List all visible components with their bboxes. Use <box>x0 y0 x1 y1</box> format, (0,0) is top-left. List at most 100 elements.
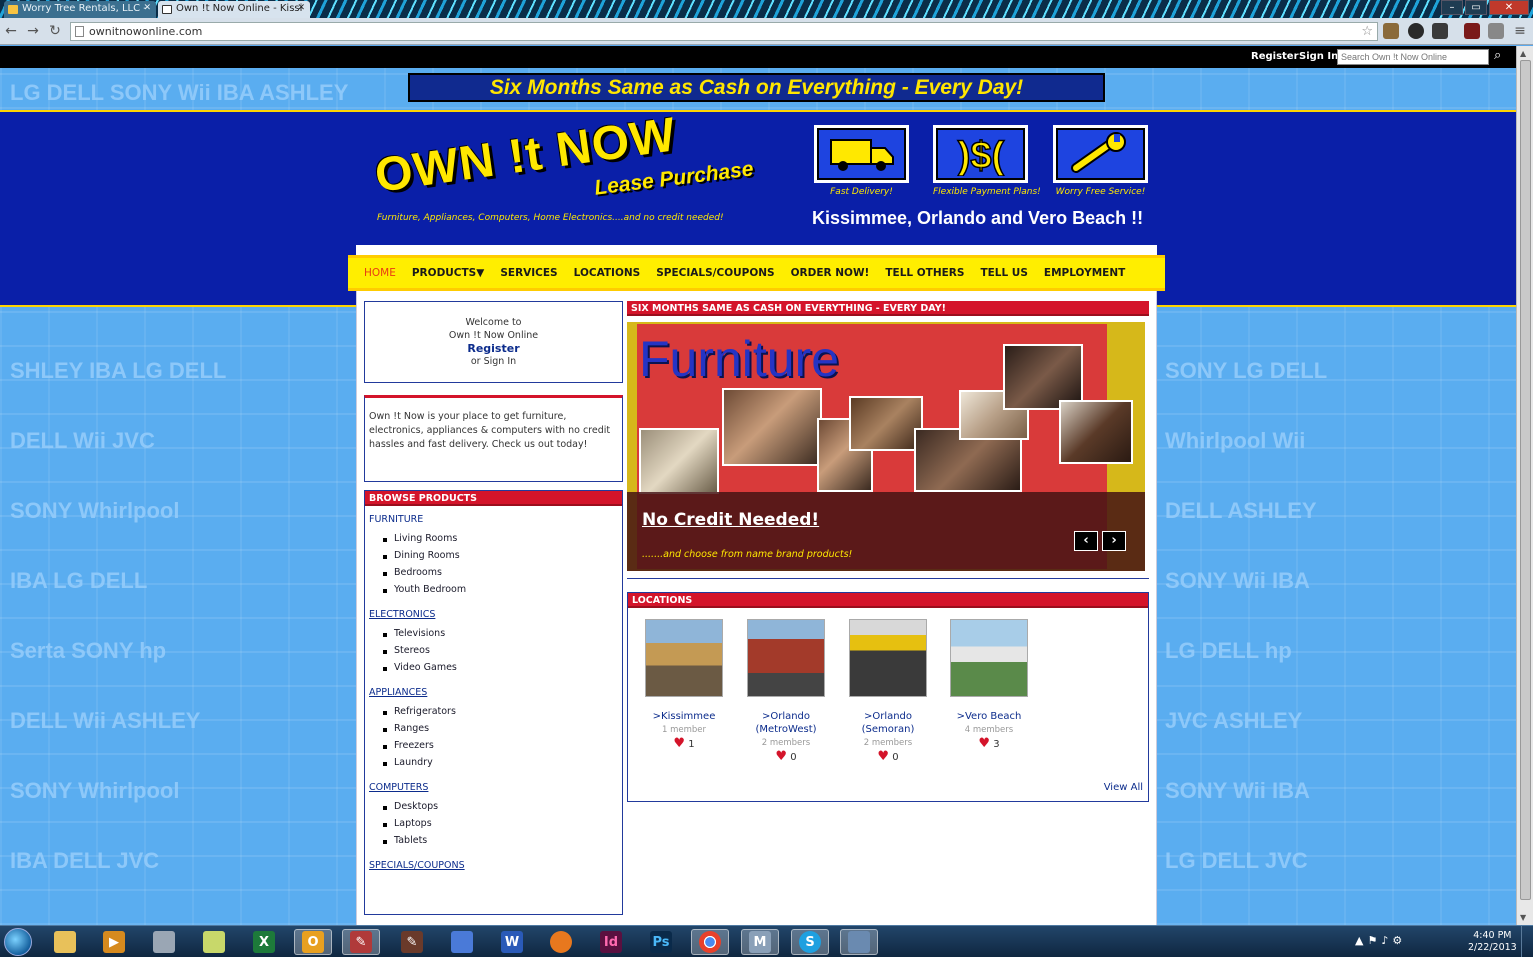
welcome-register-link[interactable]: Register <box>365 342 622 355</box>
scroll-down-icon[interactable]: ▼ <box>1520 913 1526 922</box>
location-photo[interactable] <box>950 619 1028 697</box>
list-item[interactable]: Freezers <box>383 740 622 757</box>
nav-locations[interactable]: LOCATIONS <box>574 267 641 279</box>
scrollbar-thumb[interactable] <box>1520 60 1531 900</box>
tab-worry-tree[interactable]: Worry Tree Rentals, LLC - ✕ <box>4 1 156 18</box>
location-name[interactable]: >Kissimmee <box>639 710 729 723</box>
page-scrollbar[interactable]: ▲ ▼ <box>1516 46 1533 925</box>
slider-prev-button[interactable]: ‹ <box>1074 531 1098 551</box>
chrome-menu-icon[interactable]: ≡ <box>1511 22 1529 40</box>
folder-icon[interactable] <box>46 929 84 955</box>
list-item[interactable]: Televisions <box>383 628 622 645</box>
extension-icon[interactable] <box>1383 23 1399 39</box>
nav-services[interactable]: SERVICES <box>500 267 557 279</box>
location-name[interactable]: >Orlando (MetroWest) <box>741 710 831 736</box>
reload-icon[interactable]: ↻ <box>46 22 64 40</box>
category-electronics[interactable]: ELECTRONICS <box>369 609 622 620</box>
location-card-vero-beach[interactable]: >Vero Beach 4 members ♥ 3 <box>944 619 1034 751</box>
excel-icon[interactable]: X <box>245 929 283 955</box>
list-item[interactable]: Video Games <box>383 662 622 679</box>
word-icon[interactable]: W <box>493 929 531 955</box>
bookmark-star-icon[interactable]: ☆ <box>1361 24 1373 39</box>
nav-tell-others[interactable]: TELL OTHERS <box>885 267 964 279</box>
list-item[interactable]: Laptops <box>383 818 622 835</box>
extension-icon[interactable] <box>1488 23 1504 39</box>
list-item[interactable]: Desktops <box>383 801 622 818</box>
category-furniture[interactable]: FURNITURE <box>369 514 622 525</box>
list-item[interactable]: Refrigerators <box>383 706 622 723</box>
nav-employment[interactable]: EMPLOYMENT <box>1044 267 1125 279</box>
list-item[interactable]: Living Rooms <box>383 533 622 550</box>
network-icon[interactable] <box>443 929 481 955</box>
maximize-button[interactable]: ▭ <box>1465 0 1487 15</box>
indesign-icon[interactable]: Id <box>592 929 630 955</box>
outlook-icon[interactable]: O <box>294 929 332 955</box>
location-photo[interactable] <box>747 619 825 697</box>
extension-icon[interactable] <box>1464 23 1480 39</box>
forward-arrow-icon[interactable]: → <box>24 22 42 40</box>
slider-next-button[interactable]: › <box>1102 531 1126 551</box>
window-icon[interactable] <box>840 929 878 955</box>
chrome-icon[interactable] <box>691 929 729 955</box>
location-photo[interactable] <box>849 619 927 697</box>
nav-products[interactable]: PRODUCTS▼ <box>412 267 484 279</box>
tab-own-it-now[interactable]: Own !t Now Online - Kissi ✕ <box>158 1 310 18</box>
feature-fast-delivery[interactable]: Fast Delivery! <box>814 125 909 197</box>
welcome-sign-in-link[interactable]: or Sign In <box>365 355 622 368</box>
view-all-link[interactable]: View All <box>1104 782 1143 793</box>
list-item[interactable]: Stereos <box>383 645 622 662</box>
skype-icon[interactable]: S <box>791 929 829 955</box>
category-computers[interactable]: COMPUTERS <box>369 782 622 793</box>
mail-icon[interactable]: M <box>741 929 779 955</box>
nav-home[interactable]: HOME <box>364 267 396 279</box>
close-window-button[interactable]: ✕ <box>1489 0 1529 15</box>
location-likes[interactable]: ♥ 0 <box>843 749 933 764</box>
nav-order-now[interactable]: ORDER NOW! <box>791 267 870 279</box>
heart-icon[interactable]: ♥ <box>775 749 787 764</box>
list-item[interactable]: Bedrooms <box>383 567 622 584</box>
caption-title[interactable]: No Credit Needed! <box>642 510 819 530</box>
minimize-button[interactable]: – <box>1441 0 1463 15</box>
clock[interactable]: 4:40 PM 2/22/2013 <box>1468 930 1517 954</box>
back-arrow-icon[interactable]: ← <box>2 22 20 40</box>
location-name[interactable]: >Orlando (Semoran) <box>843 710 933 736</box>
location-likes[interactable]: ♥ 3 <box>944 736 1034 751</box>
location-card-orlando-metrowest[interactable]: >Orlando (MetroWest) 2 members ♥ 0 <box>741 619 831 764</box>
extension-icon[interactable] <box>1432 23 1448 39</box>
fruit-icon[interactable] <box>542 929 580 955</box>
photoshop-icon[interactable]: Ps <box>642 929 680 955</box>
feature-worry-free-service[interactable]: Worry Free Service! <box>1053 125 1148 197</box>
nav-tell-us[interactable]: TELL US <box>980 267 1027 279</box>
list-item[interactable]: Youth Bedroom <box>383 584 622 601</box>
list-item[interactable]: Dining Rooms <box>383 550 622 567</box>
site-search-input[interactable] <box>1337 49 1489 65</box>
heart-icon[interactable]: ♥ <box>877 749 889 764</box>
files-icon[interactable] <box>195 929 233 955</box>
pen-icon[interactable]: ✎ <box>393 929 431 955</box>
system-tray[interactable]: ▲⚑♪⚙ <box>1355 934 1406 947</box>
slide[interactable]: Furniture No Credit Needed! .......and c… <box>627 322 1145 571</box>
location-likes[interactable]: ♥ 1 <box>639 736 729 751</box>
location-name[interactable]: >Vero Beach <box>944 710 1034 723</box>
location-card-kissimmee[interactable]: >Kissimmee 1 member ♥ 1 <box>639 619 729 751</box>
show-desktop-button[interactable] <box>1521 926 1533 957</box>
list-item[interactable]: Laundry <box>383 757 622 774</box>
address-bar[interactable]: ownitnowonline.com ☆ <box>70 22 1378 41</box>
location-likes[interactable]: ♥ 0 <box>741 749 831 764</box>
search-icon[interactable]: ⌕ <box>1494 48 1501 63</box>
location-card-orlando-semoran[interactable]: >Orlando (Semoran) 2 members ♥ 0 <box>843 619 933 764</box>
nav-specials[interactable]: SPECIALS/COUPONS <box>656 267 774 279</box>
promo-banner[interactable]: Six Months Same as Cash on Everything - … <box>408 73 1105 102</box>
heart-icon[interactable]: ♥ <box>673 736 685 751</box>
media-icon[interactable]: ▶ <box>95 929 133 955</box>
close-tab-icon[interactable]: ✕ <box>297 3 305 13</box>
feature-payment-plans[interactable]: )$( Flexible Payment Plans! <box>933 125 1041 197</box>
heart-icon[interactable]: ♥ <box>978 736 990 751</box>
sign-in-link[interactable]: Sign In <box>1299 51 1338 62</box>
list-item[interactable]: Tablets <box>383 835 622 852</box>
location-photo[interactable] <box>645 619 723 697</box>
calculator-icon[interactable] <box>145 929 183 955</box>
register-link[interactable]: Register <box>1251 51 1299 62</box>
list-item[interactable]: Ranges <box>383 723 622 740</box>
category-specials[interactable]: SPECIALS/COUPONS <box>369 860 622 871</box>
